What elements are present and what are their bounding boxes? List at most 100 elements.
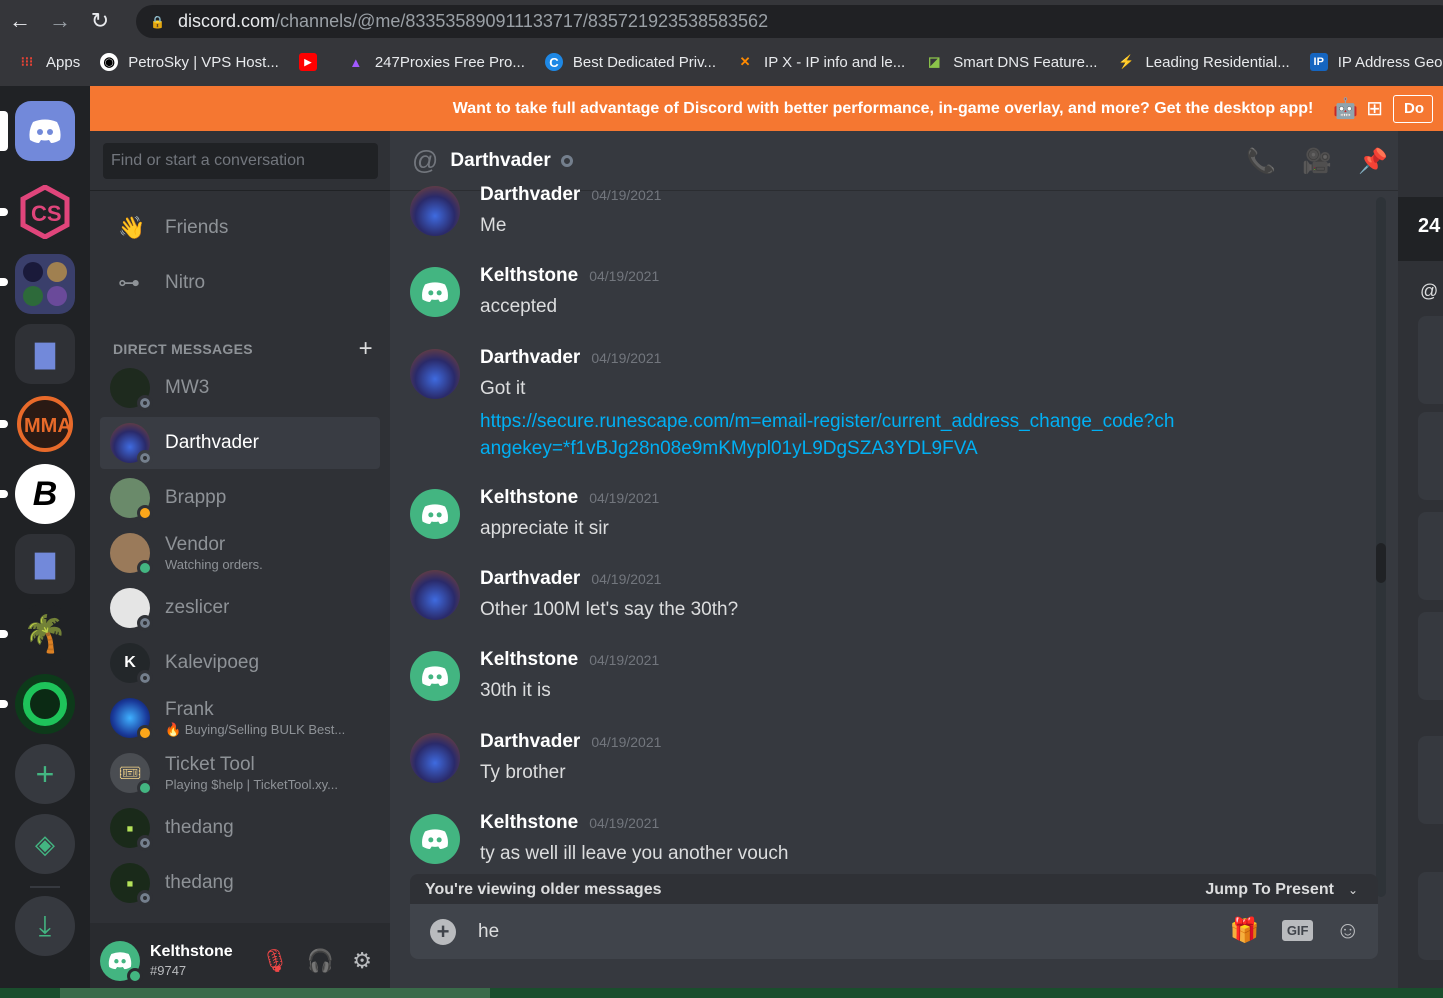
add-server-button[interactable]: + [15, 744, 75, 804]
side-card[interactable] [1418, 736, 1443, 824]
message-timestamp: 04/19/2021 [589, 268, 660, 284]
gift-icon[interactable]: 🎁 [1230, 916, 1260, 945]
dm-name: thedang [165, 872, 234, 893]
message-input[interactable]: he [478, 921, 499, 943]
message-link[interactable]: https://secure.runescape.com/m=email-reg… [480, 408, 1180, 462]
chat-scrollbar[interactable] [1376, 197, 1386, 897]
server-folder-3[interactable]: ▇ [15, 534, 75, 594]
home-button[interactable] [15, 101, 75, 161]
bookmark-apps[interactable]: ⁝⁝⁝ Apps [18, 53, 80, 71]
jump-to-present-button[interactable]: Jump To Present ⌄ [1205, 881, 1358, 899]
server-cs[interactable]: CS [15, 182, 75, 242]
message-text: Ty brother [480, 762, 566, 783]
server-palm[interactable]: 🌴 [15, 604, 75, 664]
message-author[interactable]: Kelthstone [480, 487, 578, 509]
user-avatar[interactable] [100, 940, 143, 984]
message-text: ty as well ill leave you another vouch [480, 843, 789, 864]
status-offline [137, 450, 153, 466]
message-avatar[interactable] [410, 489, 460, 539]
back-icon[interactable]: ← [0, 0, 40, 42]
nitro-nav[interactable]: ⊶ Nitro [100, 257, 380, 309]
message-avatar[interactable] [410, 814, 460, 864]
scrollbar-thumb[interactable] [1376, 543, 1386, 583]
message-author[interactable]: Kelthstone [480, 649, 578, 671]
taskbar-window[interactable] [60, 988, 490, 998]
message-composer[interactable]: + he 🎁 GIF ☺ [410, 904, 1378, 959]
dm-activity: Playing $help | TicketTool.xy... [165, 777, 338, 792]
bookmark-petrosky[interactable]: ◉ PetroSky | VPS Host... [100, 53, 279, 71]
message-author[interactable]: Kelthstone [480, 265, 578, 287]
forward-icon[interactable]: → [40, 0, 80, 42]
video-call-icon[interactable]: 🎥 [1302, 147, 1332, 176]
b-logo-icon: B [32, 474, 58, 513]
message-author[interactable]: Darthvader [480, 568, 580, 590]
bookmark-dedicated[interactable]: C Best Dedicated Priv... [544, 53, 716, 71]
unread-pill [0, 700, 8, 708]
download-button[interactable]: Do [1393, 94, 1433, 123]
message-author[interactable]: Darthvader [480, 731, 580, 753]
dm-header-label: DIRECT MESSAGES [113, 341, 253, 357]
message-avatar[interactable] [410, 651, 460, 701]
message-avatar[interactable] [410, 733, 460, 783]
dm-item-brappp[interactable]: Brappp [100, 472, 380, 524]
message-avatar[interactable] [410, 349, 460, 399]
emoji-icon[interactable]: ☺ [1335, 917, 1360, 945]
dm-item-darthvader[interactable]: Darthvader [100, 417, 380, 469]
bookmark-smartdns[interactable]: ◪ Smart DNS Feature... [925, 53, 1097, 71]
explore-servers-button[interactable]: ◈ [15, 814, 75, 874]
status-offline [137, 835, 153, 851]
avatar: K [110, 643, 153, 686]
bookmark-ip-geo[interactable]: IPIP Address Geoloca... [1309, 53, 1443, 71]
voice-call-icon[interactable]: 📞 [1246, 147, 1276, 176]
unread-pill [0, 420, 8, 428]
reload-icon[interactable]: ↻ [80, 0, 120, 42]
side-card[interactable] [1418, 512, 1443, 600]
friends-nav[interactable]: 👋 Friends [100, 202, 380, 254]
bookmark-residential[interactable]: ⚡ Leading Residential... [1117, 53, 1289, 71]
message-avatar[interactable] [410, 267, 460, 317]
unread-pill [0, 278, 8, 286]
dm-item-ticket-tool[interactable]: 🎟 Ticket Tool Playing $help | TicketTool… [100, 747, 380, 799]
side-card[interactable] [1418, 316, 1443, 404]
message-text-line: Got it [480, 378, 526, 399]
message-avatar[interactable] [410, 186, 460, 236]
download-apps-button[interactable]: ⤓ [15, 896, 75, 956]
dm-item-thedang-1[interactable]: ◼ thedang [100, 802, 380, 854]
side-card[interactable] [1418, 412, 1443, 500]
dm-name: zeslicer [165, 597, 230, 618]
gif-button[interactable]: GIF [1281, 920, 1314, 941]
attach-plus-icon[interactable]: + [430, 918, 456, 945]
settings-gear-icon[interactable]: ⚙ [352, 948, 372, 974]
side-card[interactable] [1418, 872, 1443, 960]
bookmark-247proxies[interactable]: ▲ 247Proxies Free Pro... [347, 53, 525, 71]
dm-item-frank[interactable]: Frank 🔥 Buying/Selling BULK Best... [100, 692, 380, 744]
create-dm-icon[interactable]: + [359, 335, 373, 363]
friends-label: Friends [165, 217, 229, 238]
server-ring[interactable] [15, 674, 75, 734]
bookmark-ipx[interactable]: ✕ IP X - IP info and le... [736, 53, 906, 71]
address-bar[interactable]: 🔒 discord.com /channels/@me/833535890911… [136, 5, 1443, 38]
conversation-search[interactable]: Find or start a conversation [103, 142, 378, 179]
dm-item-thedang-2[interactable]: ◼ thedang [100, 857, 380, 909]
server-folder-2[interactable]: ▇ [15, 324, 75, 384]
pin-icon[interactable]: 📌 [1358, 147, 1388, 176]
avatar: 🎟 [110, 753, 153, 796]
member-count: 24 [1398, 197, 1443, 261]
dm-name: thedang [165, 817, 234, 838]
message-author[interactable]: Darthvader [480, 184, 580, 206]
dm-item-zeslicer[interactable]: zeslicer [100, 582, 380, 634]
server-mma[interactable]: MMA [15, 394, 75, 454]
dm-item-mw3[interactable]: MW3 [100, 362, 380, 414]
side-card[interactable] [1418, 612, 1443, 700]
unread-pill [0, 490, 8, 498]
server-folder-1[interactable] [15, 254, 75, 314]
bookmark-youtube[interactable]: ▶ [298, 53, 327, 71]
server-b[interactable]: B [15, 464, 75, 524]
dm-item-kalevipoeg[interactable]: K Kalevipoeg [100, 637, 380, 689]
message-author[interactable]: Darthvader [480, 347, 580, 369]
headphones-icon[interactable]: 🎧 [307, 948, 334, 974]
mute-mic-icon[interactable]: 🎙 [261, 948, 289, 974]
message-avatar[interactable] [410, 570, 460, 620]
dm-item-vendor[interactable]: Vendor Watching orders. [100, 527, 380, 579]
message-author[interactable]: Kelthstone [480, 812, 578, 834]
